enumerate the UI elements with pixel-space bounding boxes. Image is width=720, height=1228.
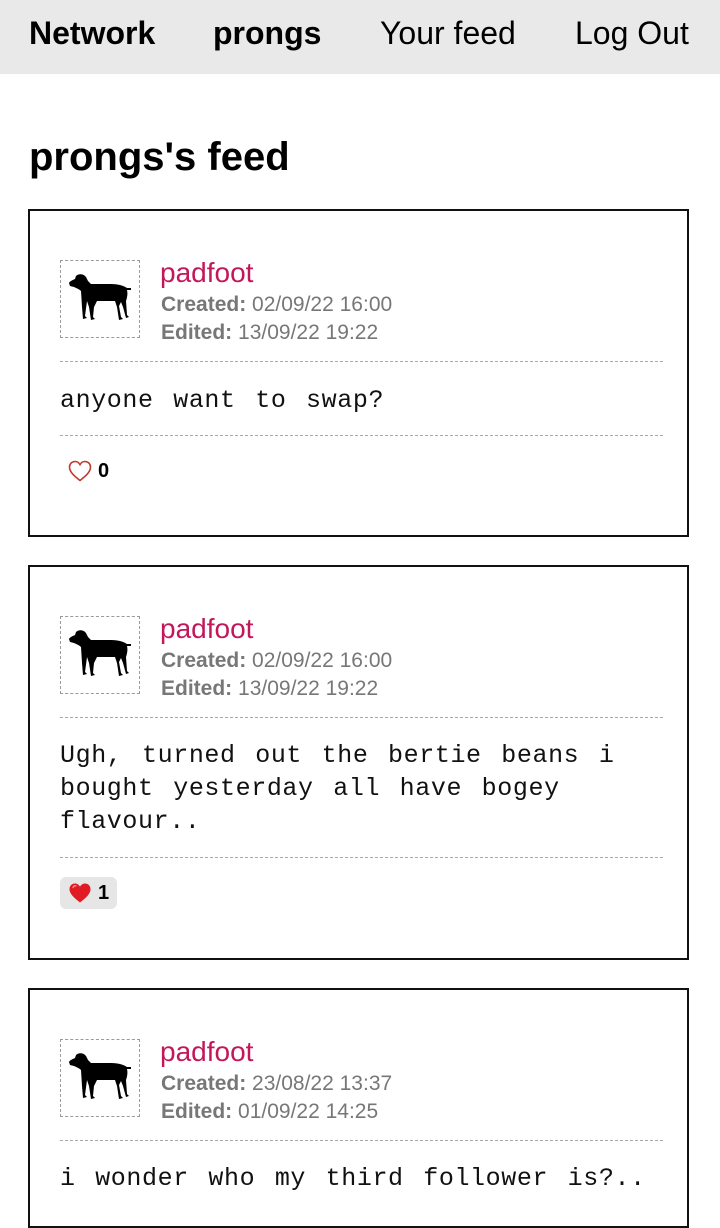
post-edited: Edited: 13/09/22 19:22 <box>161 320 378 346</box>
avatar[interactable] <box>60 616 140 694</box>
post-card: padfoot Created: 02/09/22 16:00 Edited: … <box>28 565 689 960</box>
dog-icon <box>69 1053 131 1099</box>
post-created: Created: 02/09/22 16:00 <box>161 292 392 318</box>
heart-filled-icon <box>69 883 91 903</box>
edited-date: 13/09/22 19:22 <box>238 321 379 344</box>
divider <box>60 857 663 858</box>
post-edited: Edited: 13/09/22 19:22 <box>161 676 378 702</box>
edited-label: Edited: <box>161 1100 233 1123</box>
edited-label: Edited: <box>161 677 233 700</box>
like-count: 1 <box>98 882 110 904</box>
post-author-link[interactable]: padfoot <box>160 1035 253 1069</box>
dog-icon <box>69 274 131 320</box>
like-count: 0 <box>98 460 110 482</box>
like-button[interactable]: 1 <box>60 877 118 909</box>
divider <box>60 717 663 718</box>
created-date: 02/09/22 16:00 <box>252 649 393 672</box>
post-card: padfoot Created: 02/09/22 16:00 Edited: … <box>28 209 689 537</box>
dog-icon <box>69 630 131 676</box>
navbar: Network prongs Your feed Log Out <box>0 0 720 74</box>
avatar[interactable] <box>60 1039 140 1117</box>
post-author-link[interactable]: padfoot <box>160 612 253 646</box>
nav-feed-link[interactable]: Your feed <box>380 14 516 52</box>
post-author-link[interactable]: padfoot <box>160 256 253 290</box>
post-content: i wonder who my third follower is?.. <box>60 1164 646 1193</box>
divider <box>60 1140 663 1141</box>
created-label: Created: <box>161 1072 247 1095</box>
post-content: anyone want to swap? <box>60 386 385 415</box>
post-created: Created: 02/09/22 16:00 <box>161 648 392 674</box>
created-date: 23/08/22 13:37 <box>252 1072 393 1095</box>
page-title: prongs's feed <box>29 135 290 179</box>
edited-label: Edited: <box>161 321 233 344</box>
heart-outline-icon <box>68 460 92 482</box>
created-label: Created: <box>161 293 247 316</box>
created-date: 02/09/22 16:00 <box>252 293 393 316</box>
post-card: padfoot Created: 23/08/22 13:37 Edited: … <box>28 988 689 1228</box>
post-created: Created: 23/08/22 13:37 <box>161 1071 392 1097</box>
post-edited: Edited: 01/09/22 14:25 <box>161 1099 378 1125</box>
divider <box>60 361 663 362</box>
created-label: Created: <box>161 649 247 672</box>
avatar[interactable] <box>60 260 140 338</box>
nav-brand-link[interactable]: Network <box>29 14 155 52</box>
edited-date: 01/09/22 14:25 <box>238 1100 379 1123</box>
post-content: Ugh, turned out the bertie beans i bough… <box>60 741 615 836</box>
nav-logout-link[interactable]: Log Out <box>575 14 689 52</box>
divider <box>60 435 663 436</box>
nav-profile-link[interactable]: prongs <box>213 14 321 52</box>
edited-date: 13/09/22 19:22 <box>238 677 379 700</box>
like-button[interactable]: 0 <box>60 455 117 487</box>
